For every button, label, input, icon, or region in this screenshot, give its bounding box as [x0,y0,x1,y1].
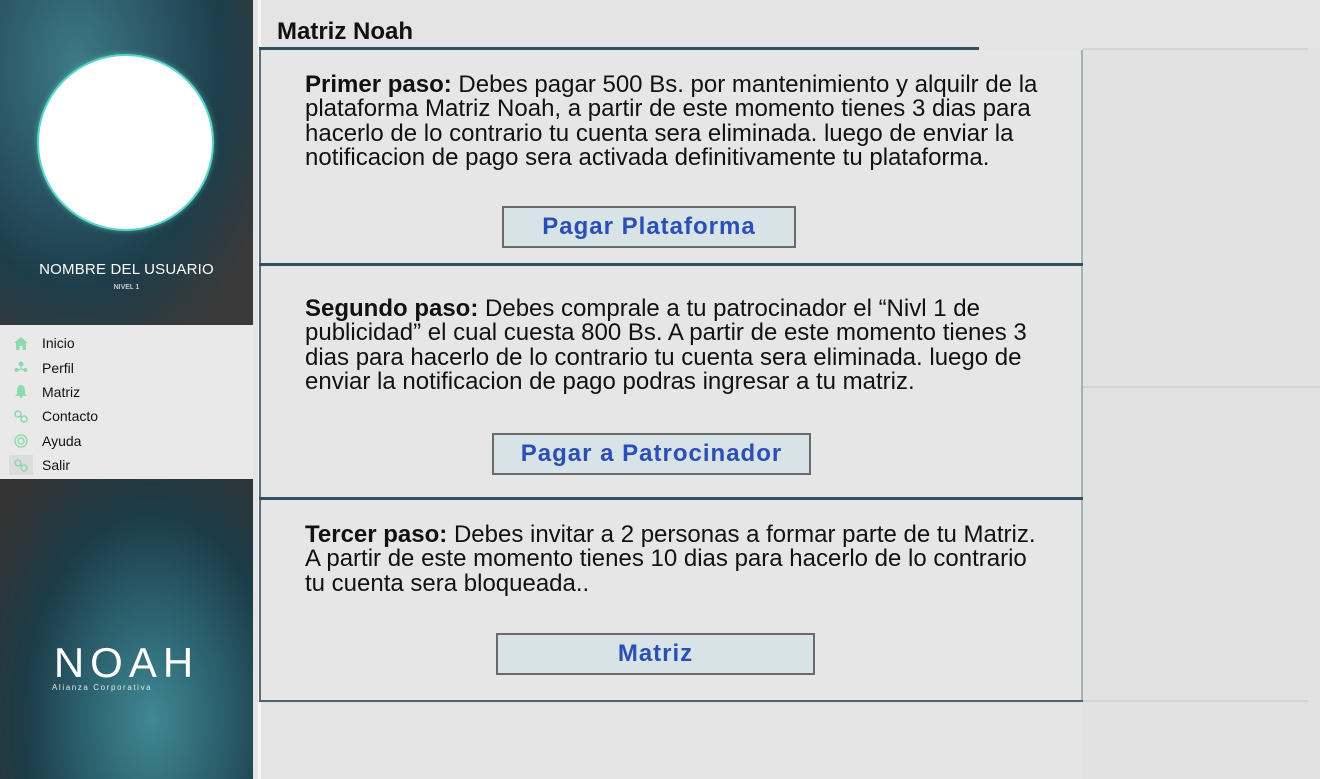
pagar-patrocinador-button[interactable]: Pagar a Patrocinador [492,433,811,475]
matriz-button[interactable]: Matriz [496,633,815,675]
avatar[interactable] [37,54,214,231]
step-heading: Segundo paso: [305,295,479,322]
step-panel-3: Tercer paso: Debes invitar a 2 personas … [259,500,1083,701]
step-text: Primer paso: Debes pagar 500 Bs. por man… [305,71,1050,171]
step-heading: Primer paso: [305,71,452,98]
logo-subtitle: Alianza Corporativa [52,683,153,692]
user-level: NIVEL 1 [113,284,140,291]
bell-icon [12,383,30,401]
page-title: Matriz Noah [277,18,414,45]
divider [259,700,1083,702]
help-icon [12,432,30,450]
step-text: Tercer paso: Debes invitar a 2 personas … [305,521,1050,596]
sidebar-item-contacto[interactable]: Contacto [0,404,253,428]
sidebar-item-label: Salir [42,457,71,474]
sidebar-item-label: Inicio [42,335,75,352]
sidebar-menu: Inicio Perfil Matriz Contacto Ayuda Sali… [0,331,253,477]
right-column [1083,48,1320,779]
profile-icon [12,359,30,377]
sidebar-profile-header: NOMBRE DEL USUARIO NIVEL 1 [0,0,253,325]
sidebar-item-salir[interactable]: Salir [0,453,253,477]
sidebar-logo-area: NOAH Alianza Corporativa [0,479,253,779]
sidebar-item-label: Matriz [42,383,81,400]
link-icon [12,407,30,425]
noah-logo: NOAH [53,639,200,686]
sidebar-item-ayuda[interactable]: Ayuda [0,429,253,453]
divider [1083,386,1320,388]
link-icon [9,455,33,476]
sidebar-item-label: Perfil [42,359,74,376]
divider [1083,700,1308,702]
step-text: Segundo paso: Debes comprale a tu patroc… [305,295,1050,395]
sidebar-item-inicio[interactable]: Inicio [0,331,253,355]
sidebar: NOMBRE DEL USUARIO NIVEL 1 Inicio Perfil… [0,0,253,779]
user-name: NOMBRE DEL USUARIO [39,261,214,278]
pagar-plataforma-button[interactable]: Pagar Plataforma [502,206,796,248]
sidebar-item-perfil[interactable]: Perfil [0,355,253,379]
step-panel-1: Primer paso: Debes pagar 500 Bs. por man… [259,50,1083,264]
step-panel-2: Segundo paso: Debes comprale a tu patroc… [259,266,1083,497]
home-icon [12,334,30,352]
sidebar-item-matriz[interactable]: Matriz [0,380,253,404]
sidebar-item-label: Ayuda [42,432,82,449]
step-heading: Tercer paso: [305,521,448,548]
divider [1083,48,1308,50]
sidebar-item-label: Contacto [42,408,99,425]
